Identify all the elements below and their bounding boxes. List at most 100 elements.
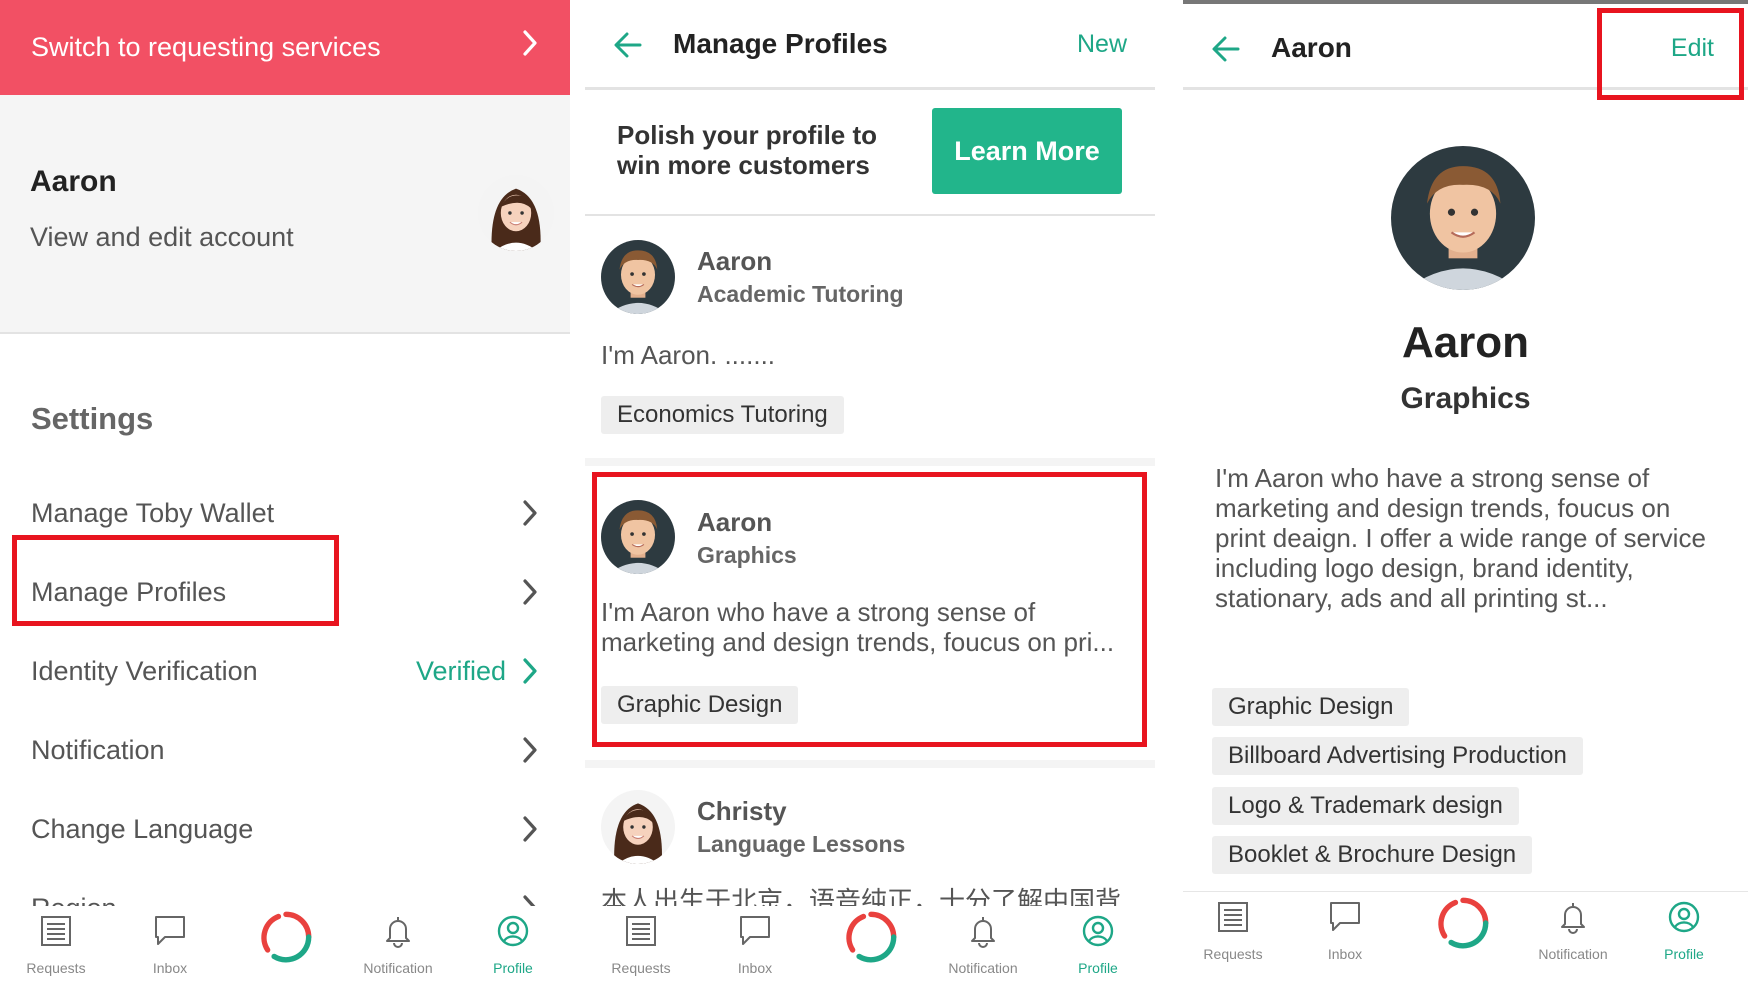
toby-logo-icon: [844, 910, 898, 964]
settings-item-label: Identity Verification: [31, 656, 258, 686]
tab-notification[interactable]: Notification: [348, 906, 448, 982]
settings-item-label: Notification: [31, 735, 165, 765]
tab-notification[interactable]: Notification: [1523, 892, 1623, 968]
settings-item-label: Manage Toby Wallet: [31, 498, 275, 528]
learn-more-button[interactable]: Learn More: [932, 108, 1122, 194]
promo-text: Polish your profile to win more customer…: [617, 120, 878, 180]
tab-label: Notification: [1538, 946, 1608, 962]
tab-home[interactable]: [1414, 892, 1514, 968]
tab-label: Requests: [611, 960, 671, 976]
tab-profile[interactable]: Profile: [1048, 906, 1148, 982]
tag-chip: Graphic Design: [1212, 688, 1410, 726]
tab-label: Inbox: [1327, 946, 1363, 962]
tag-chip: Booklet & Brochure Design: [1212, 836, 1533, 874]
account-panel: Switch to requesting services Aaron View…: [0, 0, 570, 982]
tab-profile[interactable]: Profile: [1634, 892, 1734, 968]
avatar[interactable]: [478, 175, 554, 251]
tab-bar: Requests Inbox Notification Profile: [0, 906, 570, 982]
profile-icon: [1667, 900, 1701, 934]
chat-icon: [153, 914, 187, 948]
list-icon: [624, 914, 658, 948]
profile-description: I'm Aaron who have a strong sense of mar…: [1215, 463, 1706, 613]
settings-item-change-language[interactable]: Change Language: [0, 796, 570, 866]
tag-chip: Billboard Advertising Production: [1212, 737, 1583, 775]
profile-description: I'm Aaron. .......: [601, 340, 776, 370]
tab-label: Profile: [493, 960, 533, 976]
tag-chip: Logo & Trademark design: [1212, 787, 1519, 825]
tab-label: Inbox: [737, 960, 773, 976]
header: Manage Profiles New: [585, 0, 1155, 90]
settings-item-label: Change Language: [31, 814, 254, 844]
profile-category: Graphics: [1400, 382, 1531, 415]
chevron-right-icon: [520, 814, 540, 844]
chat-icon: [738, 914, 772, 948]
view-edit-account-link[interactable]: View and edit account: [30, 222, 294, 253]
chevron-right-icon: [520, 28, 540, 58]
profile-icon: [496, 914, 530, 948]
list-icon: [39, 914, 73, 948]
tab-bar: Requests Inbox Notification Profile: [585, 906, 1155, 982]
bell-icon: [1556, 900, 1590, 934]
tab-inbox[interactable]: Inbox: [120, 906, 220, 982]
divider: [585, 458, 1155, 466]
settings-item-identity-verification[interactable]: Identity Verification Verified: [0, 638, 570, 708]
new-profile-button[interactable]: New: [1077, 30, 1127, 59]
tab-label: Inbox: [152, 960, 188, 976]
tab-label: Requests: [1203, 946, 1263, 962]
tab-inbox[interactable]: Inbox: [1295, 892, 1395, 968]
tab-home[interactable]: [237, 906, 337, 982]
settings-title: Settings: [31, 401, 154, 436]
tab-bar: Requests Inbox Notification Profile: [1183, 892, 1748, 982]
profile-category: Academic Tutoring: [697, 281, 904, 307]
tab-label: Notification: [948, 960, 1018, 976]
page-title: Manage Profiles: [673, 28, 888, 59]
profile-detail-panel: Aaron Edit Aaron Graphics I'm Aaron who …: [1183, 0, 1748, 982]
profile-name: Aaron: [1401, 318, 1530, 367]
tab-requests[interactable]: Requests: [6, 906, 106, 982]
tab-label: Requests: [26, 960, 86, 976]
tab-requests[interactable]: Requests: [591, 906, 691, 982]
profile-card[interactable]: Aaron Academic Tutoring I'm Aaron. .....…: [585, 218, 1155, 458]
profile-category: Language Lessons: [697, 831, 906, 857]
profile-name: Aaron: [697, 246, 773, 276]
bell-icon: [966, 914, 1000, 948]
chevron-right-icon: [520, 735, 540, 765]
tab-label: Notification: [363, 960, 433, 976]
tab-label: Profile: [1664, 946, 1704, 962]
back-arrow-icon[interactable]: [1211, 34, 1241, 64]
chevron-right-icon: [520, 656, 540, 686]
tab-profile[interactable]: Profile: [463, 906, 563, 982]
tab-requests[interactable]: Requests: [1183, 892, 1283, 968]
avatar: [601, 790, 675, 864]
highlight-box: [592, 472, 1147, 747]
switch-label: Switch to requesting services: [31, 32, 381, 62]
chat-icon: [1328, 900, 1362, 934]
highlight-box: [12, 535, 339, 626]
avatar: [601, 240, 675, 314]
verified-status: Verified: [415, 656, 506, 686]
account-name: Aaron: [30, 165, 117, 198]
profile-card[interactable]: Christy Language Lessons 本人出生于北京，语音纯正，十分…: [585, 768, 1155, 916]
tab-inbox[interactable]: Inbox: [705, 906, 805, 982]
profile-name: Christy: [697, 796, 787, 826]
tab-notification[interactable]: Notification: [933, 906, 1033, 982]
account-header[interactable]: Aaron View and edit account: [0, 95, 570, 334]
page-title: Aaron: [1271, 32, 1352, 63]
settings-item-notification[interactable]: Notification: [0, 717, 570, 787]
toby-logo-icon: [259, 910, 313, 964]
chevron-right-icon: [520, 577, 540, 607]
switch-to-requesting-button[interactable]: Switch to requesting services: [0, 0, 570, 95]
toby-logo-icon: [1436, 896, 1490, 950]
chevron-right-icon: [520, 498, 540, 528]
manage-profiles-panel: Manage Profiles New Polish your profile …: [585, 0, 1155, 982]
back-arrow-icon[interactable]: [613, 30, 643, 60]
promo-banner: Polish your profile to win more customer…: [585, 90, 1155, 216]
avatar: [1391, 146, 1535, 290]
highlight-box: [1597, 8, 1744, 100]
tab-label: Profile: [1078, 960, 1118, 976]
tab-home[interactable]: [822, 906, 922, 982]
tag-chip: Economics Tutoring: [601, 396, 844, 434]
profile-icon: [1081, 914, 1115, 948]
bell-icon: [381, 914, 415, 948]
divider: [585, 760, 1155, 768]
